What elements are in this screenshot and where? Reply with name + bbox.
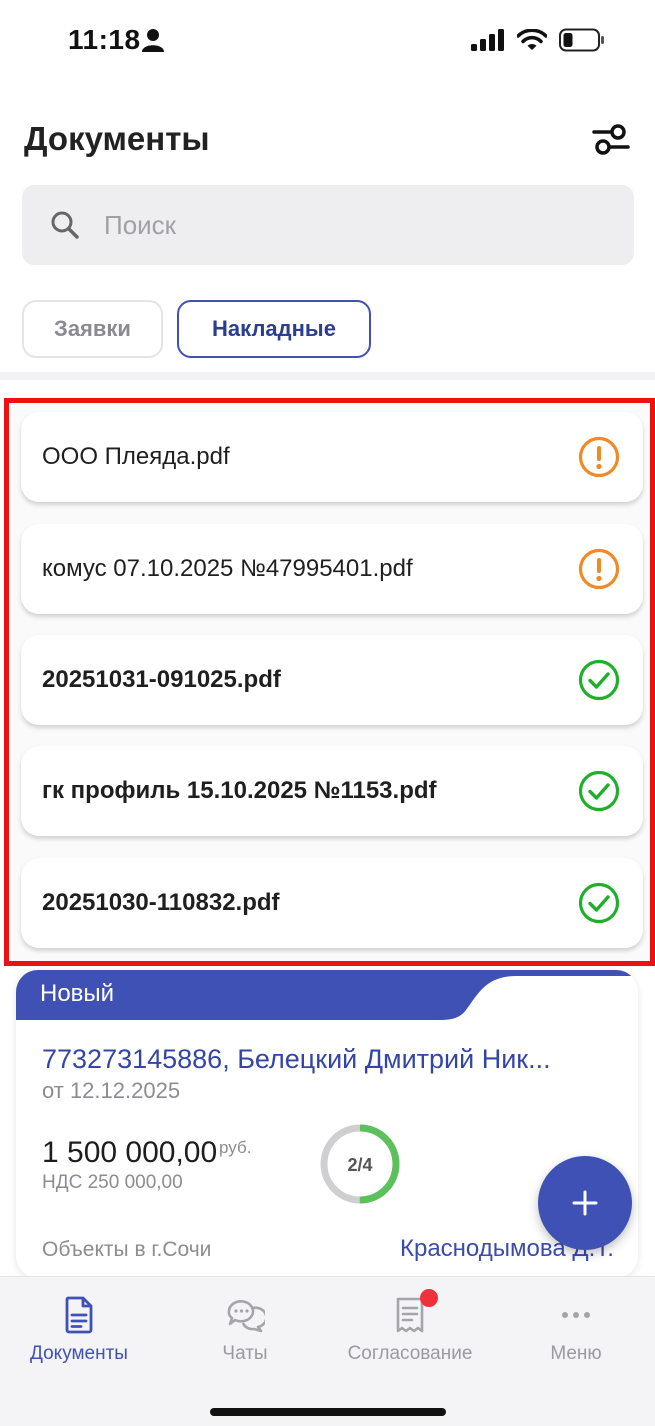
nav-label: Документы xyxy=(30,1343,128,1364)
document-name: 20251030-110832.pdf xyxy=(42,889,280,916)
filter-settings-icon[interactable] xyxy=(591,120,631,160)
tab-requests[interactable]: Заявки xyxy=(22,300,163,358)
tab-waybills[interactable]: Накладные xyxy=(177,300,371,358)
add-button[interactable] xyxy=(538,1156,632,1250)
bottom-nav: Документы Чаты Согласование Меню xyxy=(0,1276,655,1426)
nav-documents[interactable]: Документы xyxy=(4,1295,154,1365)
order-amount: 1 500 000,00 xyxy=(42,1136,218,1169)
document-item[interactable]: гк профиль 15.10.2025 №1153.pdf xyxy=(21,746,643,836)
notification-dot xyxy=(420,1289,438,1307)
check-circle-icon xyxy=(578,770,620,812)
wifi-icon xyxy=(517,29,547,50)
nav-menu[interactable]: Меню xyxy=(501,1295,651,1365)
document-item[interactable]: 20251031-091025.pdf xyxy=(21,635,643,725)
nav-label: Чаты xyxy=(222,1343,268,1364)
divider xyxy=(0,372,655,380)
document-item[interactable]: ООО Плеяда.pdf xyxy=(21,412,643,502)
document-name: комус 07.10.2025 №47995401.pdf xyxy=(42,555,413,582)
nav-chats[interactable]: Чаты xyxy=(170,1295,320,1365)
check-circle-icon xyxy=(578,882,620,924)
order-date: от 12.12.2025 xyxy=(42,1078,181,1103)
nav-label: Меню xyxy=(550,1343,602,1364)
nav-approval[interactable]: Согласование xyxy=(335,1289,485,1365)
plus-icon xyxy=(572,1190,598,1216)
cellular-signal-icon xyxy=(471,29,504,51)
document-list: ООО Плеяда.pdf комус 07.10.2025 №4799540… xyxy=(4,398,655,966)
check-circle-icon xyxy=(578,659,620,701)
receipt-icon-wrap xyxy=(390,1289,438,1335)
approval-progress-ring: 2/4 xyxy=(320,1124,400,1204)
status-badge: Новый xyxy=(40,980,115,1007)
progress-text: 2/4 xyxy=(347,1155,372,1175)
order-object: Объекты в г.Сочи xyxy=(42,1238,212,1261)
search-box[interactable] xyxy=(22,185,634,265)
tabs: Заявки Накладные xyxy=(22,300,371,358)
order-card[interactable]: Новый 773273145886, Белецкий Дмитрий Ник… xyxy=(16,970,638,1278)
order-title[interactable]: 773273145886, Белецкий Дмитрий Ник... xyxy=(42,1044,612,1075)
person-icon xyxy=(142,29,164,52)
warning-circle-icon xyxy=(578,436,620,478)
battery-icon xyxy=(559,28,604,52)
document-item[interactable]: комус 07.10.2025 №47995401.pdf xyxy=(21,524,643,614)
document-name: ООО Плеяда.pdf xyxy=(42,443,230,470)
nav-label: Согласование xyxy=(347,1343,473,1364)
chat-icon xyxy=(227,1300,265,1333)
status-time: 11:18 xyxy=(68,24,141,55)
more-dots-icon xyxy=(562,1312,590,1318)
status-bar: 11:18 xyxy=(0,0,655,80)
status-icons xyxy=(471,28,605,52)
warning-circle-icon xyxy=(578,548,620,590)
document-name: 20251031-091025.pdf xyxy=(42,666,281,693)
document-icon xyxy=(65,1296,93,1334)
order-vat: НДС 250 000,00 xyxy=(42,1172,183,1193)
document-name: гк профиль 15.10.2025 №1153.pdf xyxy=(42,777,437,804)
search-icon xyxy=(51,211,79,239)
order-currency: руб. xyxy=(219,1138,252,1157)
page-title: Документы xyxy=(24,120,210,157)
home-indicator xyxy=(210,1408,446,1416)
header: Документы xyxy=(24,112,631,168)
search-input[interactable] xyxy=(104,209,584,241)
document-item[interactable]: 20251030-110832.pdf xyxy=(21,858,643,948)
